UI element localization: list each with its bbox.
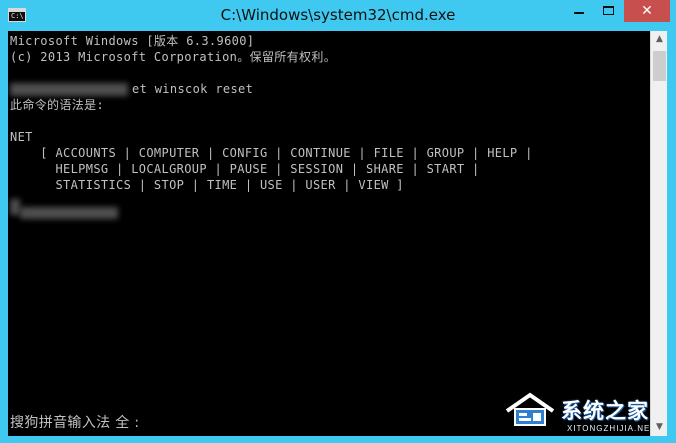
house-logo-icon (505, 392, 555, 426)
maximize-icon (603, 6, 614, 15)
console-line-command: et winscok reset (132, 82, 254, 96)
redacted-prompt (10, 83, 128, 96)
console-line-syntax: 此命令的语法是: (10, 98, 105, 112)
minimize-icon (574, 12, 584, 14)
minimize-button[interactable] (564, 0, 594, 22)
redacted-prompt-2b (20, 207, 118, 219)
ime-status-bar: 搜狗拼音输入法 全 : (10, 415, 140, 431)
scroll-up-icon[interactable]: ▲ (651, 31, 668, 48)
console-line-options-1: [ ACCOUNTS | COMPUTER | CONFIG | CONTINU… (10, 146, 533, 160)
site-watermark: 系统之家 XITONGZHIJIA.NET (497, 383, 673, 441)
maximize-button[interactable] (594, 0, 624, 22)
watermark-url: XITONGZHIJIA.NET (567, 424, 657, 433)
redacted-prompt-2a (10, 199, 20, 215)
console-line-copyright: (c) 2013 Microsoft Corporation。保留所有权利。 (10, 50, 337, 64)
scroll-thumb[interactable] (653, 51, 666, 81)
console-line-net: NET (10, 130, 33, 144)
console-line-options-2: HELPMSG | LOCALGROUP | PAUSE | SESSION |… (10, 162, 480, 176)
cmd-window: C:\. C:\Windows\system32\cmd.exe ✕ Micro… (0, 0, 676, 443)
console-line-options-3: STATISTICS | STOP | TIME | USE | USER | … (10, 178, 404, 192)
vertical-scrollbar[interactable]: ▲ ▼ (650, 31, 667, 436)
close-button[interactable]: ✕ (624, 0, 670, 22)
close-icon: ✕ (641, 3, 653, 19)
console-output[interactable]: Microsoft Windows [版本 6.3.9600] (c) 2013… (8, 31, 650, 436)
title-bar[interactable]: C:\. C:\Windows\system32\cmd.exe ✕ (0, 0, 676, 31)
watermark-brand: 系统之家 (561, 399, 649, 423)
console-line-version: Microsoft Windows [版本 6.3.9600] (10, 34, 255, 48)
